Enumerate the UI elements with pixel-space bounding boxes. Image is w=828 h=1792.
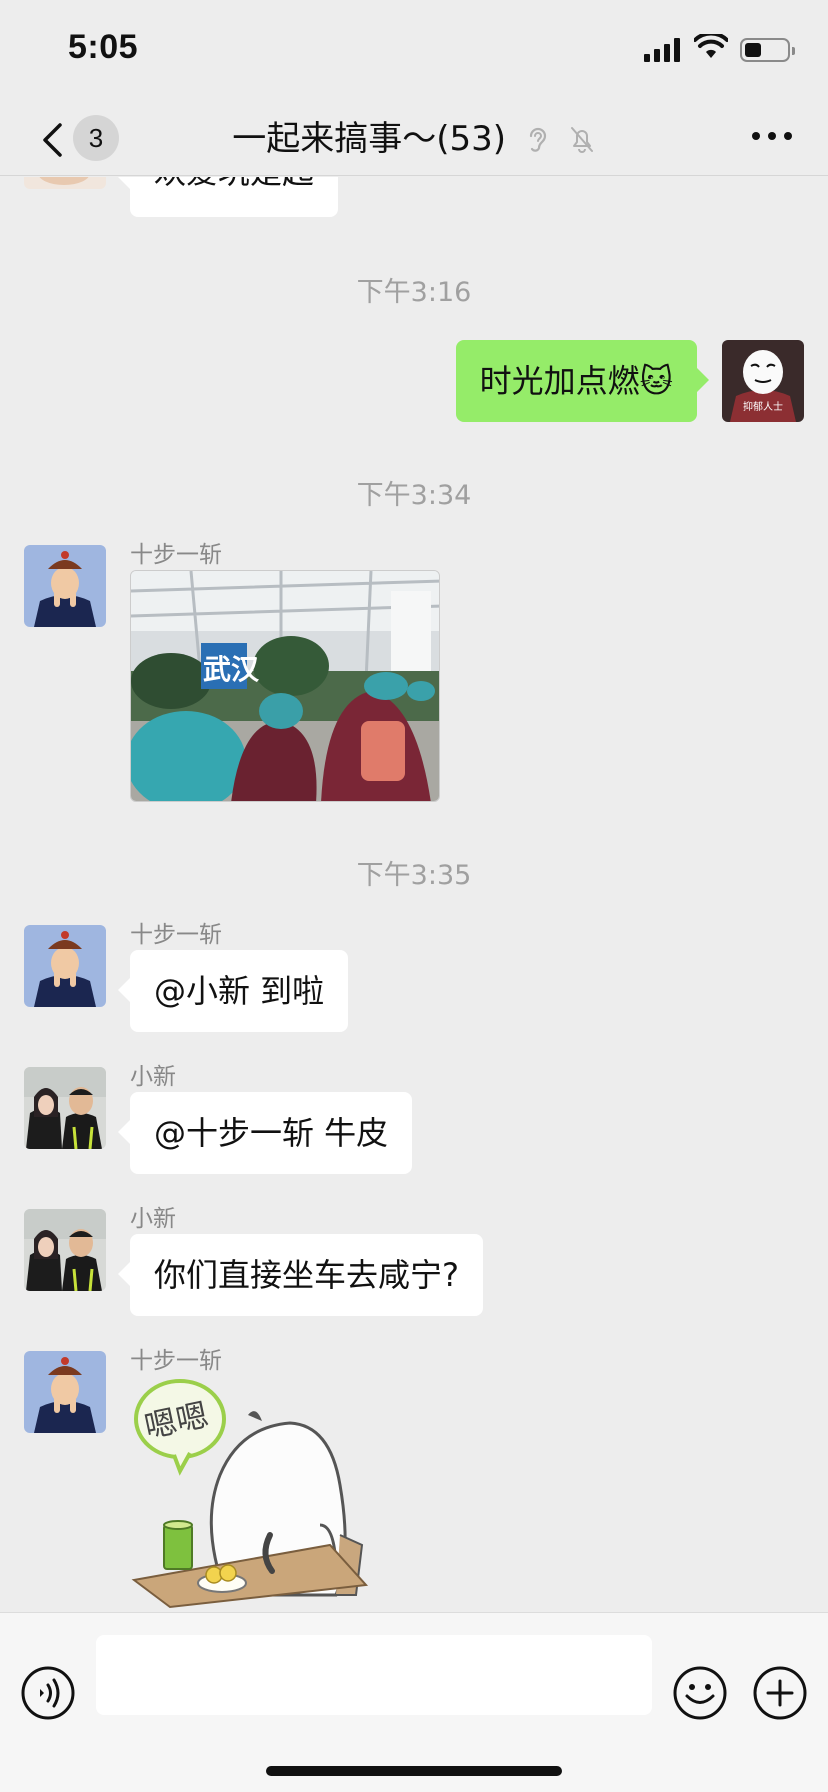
avatar-shibu[interactable] [24, 545, 106, 627]
my-avatar[interactable]: 抑郁人士 [722, 340, 804, 422]
sender-name: 小新 [130, 1206, 176, 1232]
status-time: 5:05 [68, 28, 139, 66]
status-bar: 5:05 [0, 0, 828, 98]
sender-name: 小新 [130, 1064, 176, 1090]
message-text: 时光加点燃🐱 [479, 362, 673, 400]
message-text: @十步一斩 牛皮 [154, 1114, 389, 1152]
sender-name: 十步一斩 [130, 922, 222, 948]
avatar-xiaoxin[interactable] [24, 1209, 106, 1291]
message-input[interactable] [96, 1635, 652, 1715]
message-bubble-incoming[interactable]: @十步一斩 牛皮 [117, 1092, 413, 1174]
timestamp: 下午3:35 [356, 860, 472, 891]
timestamp: 下午3:16 [356, 277, 472, 308]
photo-sign-text: 武汉 [203, 653, 260, 686]
battery-icon [740, 38, 795, 62]
photo-message[interactable]: 武汉 [130, 570, 440, 802]
message-text: @小新 到啦 [154, 972, 325, 1010]
wifi-icon [694, 34, 728, 58]
avatar-partial[interactable] [24, 177, 106, 189]
chat-title: 一起来搞事～(53) [232, 118, 507, 159]
mute-bell-icon [570, 126, 593, 153]
more-button[interactable] [752, 124, 792, 148]
avatar-shibu[interactable] [24, 925, 106, 1007]
nav-bar: 3 一起来搞事～(53) [0, 98, 828, 176]
message-bubble-incoming[interactable]: @小新 到啦 [117, 950, 349, 1032]
timestamp: 下午3:34 [356, 480, 472, 511]
my-avatar-caption: 抑郁人士 [743, 402, 783, 413]
message-text: 你们直接坐车去咸宁? [154, 1256, 459, 1294]
sender-name: 十步一斩 [130, 542, 222, 568]
sender-name: 十步一斩 [130, 1348, 222, 1374]
avatar-shibu[interactable] [24, 1351, 106, 1433]
ear-icon [529, 127, 546, 152]
avatar-xiaoxin[interactable] [24, 1067, 106, 1149]
signal-icon [644, 38, 684, 62]
message-bubble-partial[interactable]: 欢爱坑是起 [117, 177, 339, 217]
plus-icon[interactable] [752, 1665, 808, 1721]
message-bubble-outgoing[interactable]: 时光加点燃🐱 [455, 340, 710, 422]
home-indicator [266, 1766, 562, 1776]
voice-icon[interactable] [20, 1665, 76, 1721]
message-bubble-incoming[interactable]: 你们直接坐车去咸宁? [118, 1234, 483, 1316]
chat-area[interactable]: 欢爱坑是起 下午3:16 时光加点燃🐱 抑郁人士 下午3:34 十步一斩 [0, 177, 828, 1612]
chat-title-wrap: 一起来搞事～(53) [0, 112, 828, 162]
sticker-message[interactable]: 嗯嗯 [130, 1375, 390, 1610]
message-text: 欢爱坑是起 [154, 177, 314, 191]
input-bar [0, 1612, 828, 1792]
emoji-icon[interactable] [672, 1665, 728, 1721]
